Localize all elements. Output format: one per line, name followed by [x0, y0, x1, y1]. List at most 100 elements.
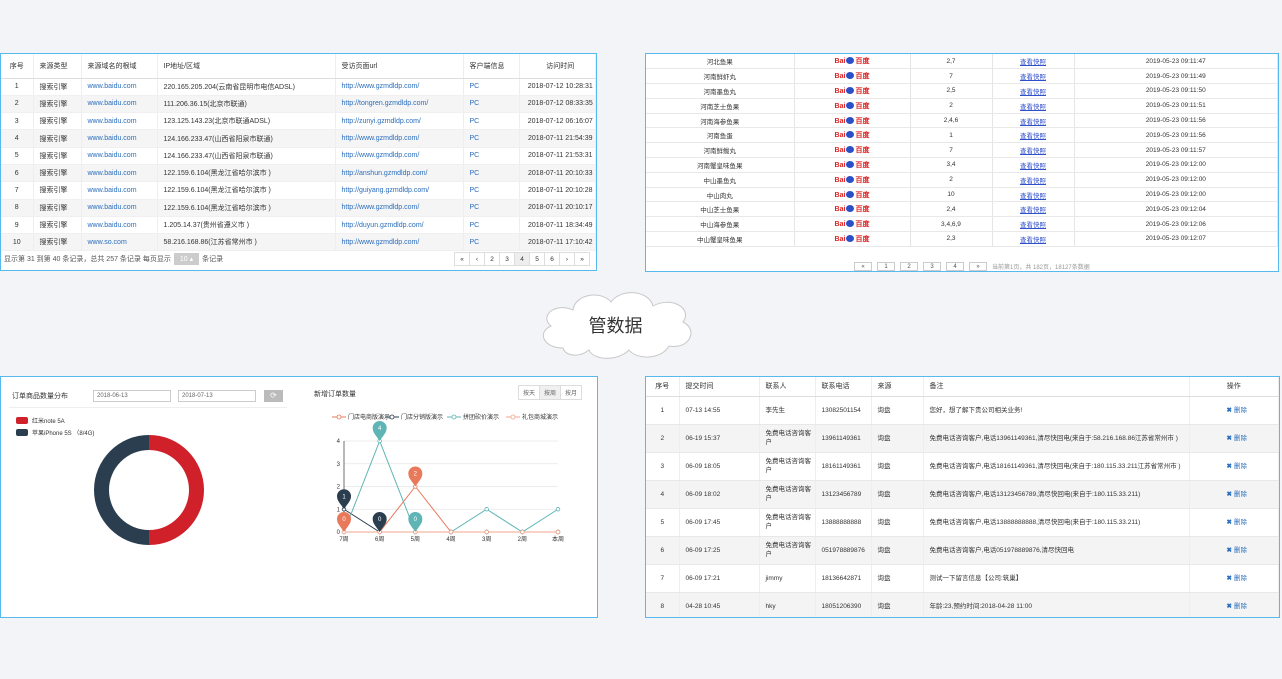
table-row: 河南蟹皇味鱼果 Bai 百度 3,4 查看快照 2019-05-23 09:12:00 — [646, 157, 1278, 173]
snapshot-link[interactable]: 查看快照 — [1020, 207, 1046, 214]
snapshot-link[interactable]: 查看快照 — [1020, 222, 1046, 229]
table-row: 3 搜索引擎 www.baidu.com 123.125.143.23(北京市联通AD… — [1, 112, 596, 131]
snapshot-link[interactable]: 查看快照 — [1020, 133, 1046, 140]
page-button[interactable]: 2 — [484, 252, 500, 266]
table-cell: 搜索引擎 — [33, 181, 82, 200]
y-tick-label: 4 — [337, 439, 341, 445]
data-point[interactable] — [555, 529, 561, 535]
table-link[interactable]: www.baidu.com — [81, 129, 158, 148]
snapshot-link[interactable]: 查看快照 — [1020, 119, 1046, 126]
page-button[interactable]: » — [574, 252, 590, 266]
table-cell: 1 — [1, 78, 34, 96]
baidu-text-left: Bai — [834, 191, 846, 199]
page-size-select[interactable]: 10 ▴ — [173, 253, 200, 265]
table-link[interactable]: www.baidu.com — [81, 199, 158, 217]
page-button[interactable]: 6 — [544, 252, 560, 266]
table-link[interactable]: www.baidu.com — [81, 164, 158, 183]
snapshot-link[interactable]: 查看快照 — [1020, 74, 1046, 81]
keyword-cell: 河南鱼蛋 — [646, 127, 795, 144]
delete-button[interactable]: ✖ 删除 — [1227, 407, 1247, 414]
x-tick-label: 7周 — [339, 536, 348, 543]
table-cell: 搜索引擎 — [33, 216, 82, 235]
marker-pin[interactable]: 4 — [372, 421, 387, 441]
snapshot-link[interactable]: 查看快照 — [1020, 163, 1046, 170]
time-cell: 2019-05-23 09:12:04 — [1074, 201, 1278, 218]
table-link[interactable]: www.baidu.com — [81, 95, 158, 114]
marker-pin[interactable]: 1 — [337, 489, 351, 510]
paw-icon — [846, 234, 855, 242]
snapshot-link[interactable]: 查看快照 — [1020, 178, 1046, 185]
keyword-cell: 中山芝士鱼果 — [646, 201, 795, 218]
delete-button[interactable]: ✖ 删除 — [1227, 435, 1247, 442]
marker-pin[interactable]: 2 — [408, 466, 423, 487]
page-button[interactable]: » — [969, 262, 987, 271]
marker-pin[interactable]: 0 — [337, 512, 351, 532]
baidu-text-left: Bai — [834, 206, 846, 214]
table-link[interactable]: http://www.gzmdldp.com/ — [335, 78, 464, 96]
table-cell: PC — [463, 199, 520, 217]
table-cell: 06-09 17:21 — [679, 564, 760, 593]
table-link[interactable]: http://tongren.gzmdldp.com/ — [335, 95, 464, 114]
table-cell: 123.125.143.23(北京市联通ADSL) — [157, 112, 336, 131]
delete-button[interactable]: ✖ 删除 — [1227, 491, 1247, 498]
table-cell: 2018-07-12 08:33:35 — [519, 95, 596, 114]
snapshot-link[interactable]: 查看快照 — [1020, 148, 1046, 155]
page-button[interactable]: 1 — [877, 262, 895, 271]
table-link[interactable]: http://www.gzmdldp.com/ — [335, 129, 464, 148]
baidu-text-left: Bai — [834, 176, 846, 184]
table-link[interactable]: http://www.gzmdldp.com/ — [335, 147, 464, 165]
data-point[interactable] — [484, 529, 489, 535]
snapshot-link[interactable]: 查看快照 — [1020, 193, 1046, 200]
delete-button[interactable]: ✖ 删除 — [1227, 575, 1247, 582]
table-link[interactable]: www.baidu.com — [81, 78, 158, 96]
page-button[interactable]: 3 — [923, 262, 941, 271]
table-cell: PC — [463, 147, 520, 165]
snapshot-link[interactable]: 查看快照 — [1020, 59, 1046, 66]
page-button[interactable]: 3 — [499, 252, 515, 266]
table-row: 河南芝士鱼果 Bai 百度 2 查看快照 2019-05-23 09:11:51 — [646, 98, 1278, 114]
visit-log-footer: 显示第 31 到第 40 条记录，总共 257 条记录 每页显示 10 ▴ 条记… — [1, 248, 596, 270]
table-row: 河南鲜虾丸 Bai 百度 7 查看快照 2019-05-23 09:11:49 — [646, 68, 1278, 85]
paw-icon — [846, 116, 855, 124]
table-cell: PC — [463, 216, 520, 235]
paw-icon — [846, 160, 855, 168]
page-button[interactable]: 5 — [529, 252, 545, 266]
data-point[interactable] — [448, 529, 454, 535]
snapshot-link[interactable]: 查看快照 — [1020, 237, 1046, 244]
delete-button[interactable]: ✖ 删除 — [1227, 547, 1247, 554]
data-point[interactable] — [520, 529, 525, 535]
action-cell: ✖ 删除 — [1189, 480, 1279, 509]
marker-pin[interactable]: 0 — [408, 512, 423, 532]
table-link[interactable]: http://duyun.gzmdldp.com/ — [335, 216, 464, 235]
page-button[interactable]: 2 — [900, 262, 918, 271]
delete-button[interactable]: ✖ 删除 — [1227, 519, 1247, 526]
baidu-text-right: 百度 — [855, 161, 870, 169]
page-button[interactable]: › — [559, 252, 575, 266]
baidu-text-left: Bai — [834, 221, 846, 229]
baidu-text-right: 百度 — [855, 58, 870, 66]
table-link[interactable]: http://guiyang.gzmdldp.com/ — [335, 181, 464, 200]
page-button[interactable]: ‹ — [469, 252, 485, 266]
table-link[interactable]: www.baidu.com — [81, 147, 158, 165]
page-button[interactable]: 4 — [946, 262, 964, 271]
page-button[interactable]: 4 — [514, 252, 530, 266]
table-link[interactable]: http://anshun.gzmdldp.com/ — [335, 164, 464, 183]
page-summary: 当前第1页，共 182页，18127条数据 — [992, 265, 1090, 271]
data-point[interactable] — [555, 507, 561, 512]
page-button[interactable]: « — [454, 252, 470, 266]
page-button[interactable]: « — [854, 262, 872, 271]
close-icon: ✖ — [1226, 490, 1232, 498]
baidu-text-left: Bai — [834, 87, 846, 95]
table-link[interactable]: http://www.gzmdldp.com/ — [335, 199, 464, 217]
table-link[interactable]: www.baidu.com — [81, 181, 158, 200]
delete-button[interactable]: ✖ 删除 — [1227, 603, 1247, 610]
table-row: 7 06-09 17:21 jimmy 18136642871 询盘 测试一下留言信息【公… — [646, 564, 1279, 593]
snapshot-link[interactable]: 查看快照 — [1020, 89, 1046, 96]
data-point[interactable] — [484, 507, 489, 512]
delete-button[interactable]: ✖ 删除 — [1227, 463, 1247, 470]
table-link[interactable]: http://zunyi.gzmdldp.com/ — [335, 112, 464, 131]
table-link[interactable]: www.baidu.com — [81, 216, 158, 235]
snapshot-link[interactable]: 查看快照 — [1020, 104, 1046, 111]
table-link[interactable]: www.baidu.com — [81, 112, 158, 131]
rank-cell: 1 — [910, 127, 993, 144]
